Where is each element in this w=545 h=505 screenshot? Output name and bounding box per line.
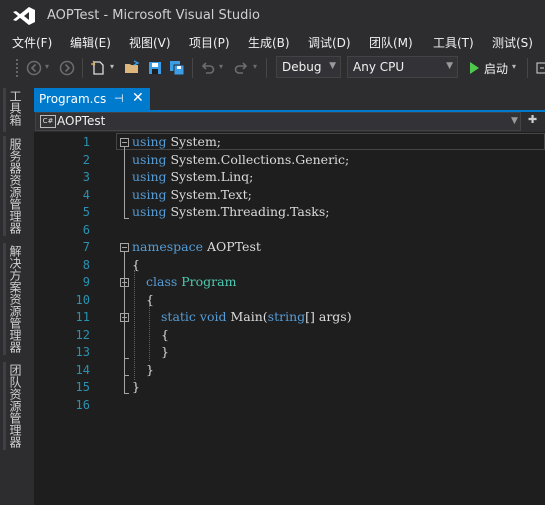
visual-studio-logo-icon (13, 7, 35, 25)
line-number: 7 (82, 240, 90, 254)
toolbar-separator (266, 58, 267, 78)
platform-value: Any CPU (353, 60, 405, 74)
code-line-5[interactable]: using System.Threading.Tasks; (132, 204, 329, 219)
server-explorer-tab[interactable]: 服务器资源管理器 (8, 138, 24, 234)
code-line-15[interactable]: } (132, 379, 140, 394)
start-icon[interactable] (464, 58, 484, 78)
code-line-7[interactable]: namespace AOPTest (132, 239, 261, 254)
line-number: 14 (75, 362, 90, 377)
line-number: 11 (75, 310, 90, 324)
close-icon[interactable]: ✕ (132, 90, 144, 106)
line-number: 4 (82, 187, 90, 202)
code-line-1[interactable]: using System; (132, 134, 221, 149)
undo-icon[interactable] (198, 58, 218, 78)
redo-icon[interactable] (231, 58, 251, 78)
menu-tools[interactable]: 工具(T) (433, 34, 474, 51)
menu-edit[interactable]: 编辑(E) (70, 34, 111, 51)
menu-file[interactable]: 文件(F) (12, 34, 52, 51)
menu-test[interactable]: 测试(S) (492, 34, 533, 51)
code-line-3[interactable]: using System.Linq; (132, 169, 253, 184)
back-icon[interactable] (24, 58, 44, 78)
code-line-2[interactable]: using System.Collections.Generic; (132, 152, 349, 167)
new-item-dropdown-arrow[interactable]: ▾ (110, 62, 114, 71)
configuration-select[interactable]: Debug ▼ (276, 56, 341, 78)
line-number: 13 (75, 345, 90, 359)
line-number: 6 (82, 222, 90, 237)
redo-dropdown-arrow[interactable]: ▾ (253, 62, 257, 71)
code-line-8[interactable]: { (132, 257, 140, 272)
outline-end (124, 218, 129, 219)
tab-indicator (3, 243, 6, 355)
project-name: AOPTest (57, 114, 106, 128)
collapse-using-icon[interactable] (120, 138, 129, 147)
code-line-12[interactable]: { (161, 327, 169, 342)
outline-end (124, 375, 129, 376)
outline-end (124, 393, 129, 394)
menu-team[interactable]: 团队(M) (369, 34, 413, 51)
toolbar-separator (192, 58, 193, 78)
collapse-method-icon[interactable] (120, 313, 129, 322)
menu-view[interactable]: 视图(V) (129, 34, 171, 51)
code-line-4[interactable]: using System.Text; (132, 187, 252, 202)
save-all-icon[interactable] (167, 58, 187, 78)
outline-line (124, 147, 125, 218)
toolbar-extra-icon[interactable] (532, 58, 545, 78)
tab-indicator (3, 88, 6, 132)
team-explorer-tab[interactable]: 团队资源管理器 (8, 364, 24, 448)
menu-build[interactable]: 生成(B) (248, 34, 290, 51)
toolbox-tab[interactable]: 工具箱 (8, 90, 24, 126)
back-dropdown-arrow[interactable]: ▾ (45, 62, 49, 71)
chevron-down-icon: ▼ (329, 61, 336, 71)
csharp-project-icon: C# (40, 115, 56, 128)
tab-indicator (3, 136, 6, 236)
configuration-value: Debug (282, 60, 322, 74)
code-line-13[interactable]: } (161, 344, 169, 359)
outline-end (124, 358, 129, 359)
line-number: 2 (82, 152, 90, 167)
code-line-9[interactable]: class Program (146, 274, 236, 289)
chevron-down-icon[interactable]: ▼ (511, 116, 518, 126)
tab-title: Program.cs (39, 92, 107, 106)
tab-indicator (3, 362, 6, 450)
undo-dropdown-arrow[interactable]: ▾ (219, 62, 223, 71)
project-dropdown[interactable] (35, 112, 521, 131)
line-number: 1 (82, 135, 90, 149)
new-item-icon[interactable] (88, 58, 108, 78)
code-line-11[interactable]: static void Main(string[] args) (161, 309, 352, 324)
code-line-14[interactable]: } (146, 362, 154, 377)
line-number: 9 (82, 275, 90, 289)
line-number: 3 (82, 170, 90, 184)
split-editor-icon[interactable]: ✚ (528, 113, 537, 126)
open-folder-icon[interactable] (122, 58, 142, 78)
toolbar-separator (82, 58, 83, 78)
line-number: 15 (75, 380, 90, 394)
indent-guide (149, 305, 150, 361)
start-button-label[interactable]: 启动 (484, 60, 508, 77)
save-icon[interactable] (145, 58, 165, 78)
window-title: AOPTest - Microsoft Visual Studio (47, 8, 260, 23)
line-number: 16 (75, 397, 90, 412)
line-number: 12 (75, 327, 90, 342)
line-number: 10 (75, 292, 90, 307)
solution-explorer-tab[interactable]: 解决方案资源管理器 (8, 245, 24, 353)
forward-icon[interactable] (57, 58, 77, 78)
line-number: 5 (82, 205, 90, 219)
toolbar-grip[interactable] (15, 58, 19, 78)
menu-project[interactable]: 项目(P) (189, 34, 230, 51)
collapse-namespace-icon[interactable] (120, 243, 129, 252)
line-number: 8 (82, 257, 90, 272)
indent-guide (134, 270, 135, 380)
code-line-10[interactable]: { (146, 292, 154, 307)
toolbar-separator (527, 58, 528, 78)
chevron-down-icon: ▼ (446, 61, 453, 71)
collapse-class-icon[interactable] (120, 278, 129, 287)
outline-line (124, 322, 125, 358)
platform-select[interactable]: Any CPU ▼ (347, 56, 458, 78)
pin-icon[interactable]: ⊣ (114, 92, 124, 105)
start-dropdown-arrow[interactable]: ▾ (512, 62, 516, 71)
menu-debug[interactable]: 调试(D) (308, 34, 351, 51)
